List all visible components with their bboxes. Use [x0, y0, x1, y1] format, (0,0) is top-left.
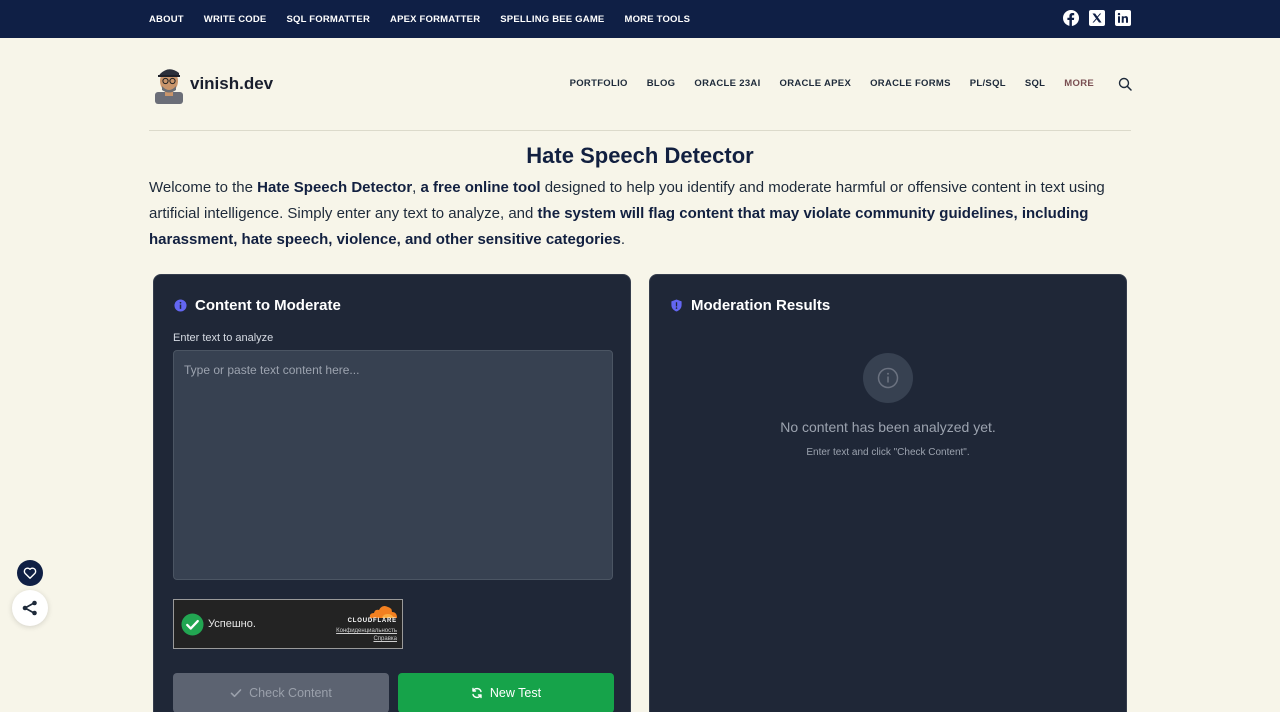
- brand-name: vinish.dev: [190, 74, 274, 93]
- intro-bold: Hate Speech Detector: [257, 179, 413, 196]
- check-icon: [230, 689, 242, 698]
- captcha-status: Успешно.: [208, 618, 256, 630]
- x-icon[interactable]: [1089, 10, 1105, 26]
- cloudflare-brand: CLOUDFLARE: [347, 618, 397, 624]
- avatar: [155, 69, 183, 104]
- top-nav-more-tools[interactable]: MORE TOOLS: [624, 14, 690, 25]
- captcha-privacy-link[interactable]: Конфиденциальность: [336, 628, 397, 634]
- textarea-label: Enter text to analyze: [173, 332, 274, 344]
- nav-oracle-23ai[interactable]: ORACLE 23AI: [694, 78, 760, 89]
- nav-plsql[interactable]: PL/SQL: [970, 78, 1006, 89]
- nav-oracle-forms[interactable]: ORACLE FORMS: [870, 78, 951, 89]
- heart-icon: [23, 567, 37, 579]
- share-icon: [22, 600, 37, 616]
- results-panel: Moderation Results No content has been a…: [649, 274, 1127, 712]
- empty-state-badge: [863, 353, 913, 403]
- intro-part: .: [620, 231, 626, 248]
- intro-bold: a free online tool: [420, 179, 541, 196]
- refresh-icon: [472, 687, 482, 699]
- new-test-button[interactable]: New Test: [398, 673, 614, 712]
- success-check-icon: [181, 613, 204, 636]
- nav-oracle-apex[interactable]: ORACLE APEX: [780, 78, 852, 89]
- results-panel-header: Moderation Results: [670, 297, 830, 314]
- top-nav-spelling-bee-game[interactable]: SPELLING BEE GAME: [500, 14, 604, 25]
- social-links: [1063, 10, 1131, 26]
- intro-part: Welcome to the: [149, 179, 258, 196]
- nav-blog[interactable]: BLOG: [647, 78, 676, 89]
- content-textarea[interactable]: [173, 350, 613, 580]
- nav-more[interactable]: MORE: [1064, 78, 1094, 89]
- nav-portfolio[interactable]: PORTFOLIO: [570, 78, 628, 89]
- header-divider: [149, 130, 1131, 131]
- empty-state-subtitle: Enter text and click "Check Content".: [806, 447, 970, 458]
- intro-text: Welcome to the Hate Speech Detector, a f…: [149, 175, 1133, 253]
- nav-sql[interactable]: SQL: [1025, 78, 1045, 89]
- content-panel-header: Content to Moderate: [174, 297, 341, 314]
- captcha-help-link[interactable]: Справка: [373, 636, 397, 642]
- empty-state-title: No content has been analyzed yet.: [780, 419, 996, 435]
- top-nav-sql-formatter[interactable]: SQL FORMATTER: [286, 14, 370, 25]
- linkedin-icon[interactable]: [1115, 10, 1131, 26]
- shield-icon: [671, 299, 682, 312]
- site-brand[interactable]: vinish.dev: [152, 64, 273, 104]
- cloudflare-logo-icon: [369, 606, 397, 618]
- top-nav-about[interactable]: ABOUT: [149, 14, 184, 25]
- cloudflare-captcha[interactable]: Успешно. CLOUDFLARE Конфиденциальность С…: [173, 599, 403, 649]
- new-test-label: New Test: [489, 686, 542, 700]
- facebook-icon[interactable]: [1063, 10, 1079, 26]
- results-panel-title: Moderation Results: [691, 297, 831, 314]
- check-content-label: Check Content: [249, 686, 332, 700]
- intro-part: ,: [412, 179, 421, 196]
- search-icon[interactable]: [1118, 77, 1132, 91]
- check-content-button[interactable]: Check Content: [173, 673, 389, 712]
- info-circle-icon: [174, 299, 187, 312]
- top-nav: ABOUT WRITE CODE SQL FORMATTER APEX FORM…: [149, 0, 690, 38]
- top-bar: ABOUT WRITE CODE SQL FORMATTER APEX FORM…: [0, 0, 1280, 38]
- share-button[interactable]: [12, 590, 48, 626]
- content-panel-title: Content to Moderate: [195, 297, 341, 314]
- favorite-button[interactable]: [17, 560, 43, 586]
- top-nav-write-code[interactable]: WRITE CODE: [204, 14, 267, 25]
- content-panel: Content to Moderate Enter text to analyz…: [153, 274, 631, 712]
- main-nav: PORTFOLIO BLOG ORACLE 23AI ORACLE APEX O…: [570, 78, 1094, 89]
- info-icon: [877, 367, 899, 389]
- page-title: Hate Speech Detector: [526, 143, 754, 168]
- top-nav-apex-formatter[interactable]: APEX FORMATTER: [390, 14, 480, 25]
